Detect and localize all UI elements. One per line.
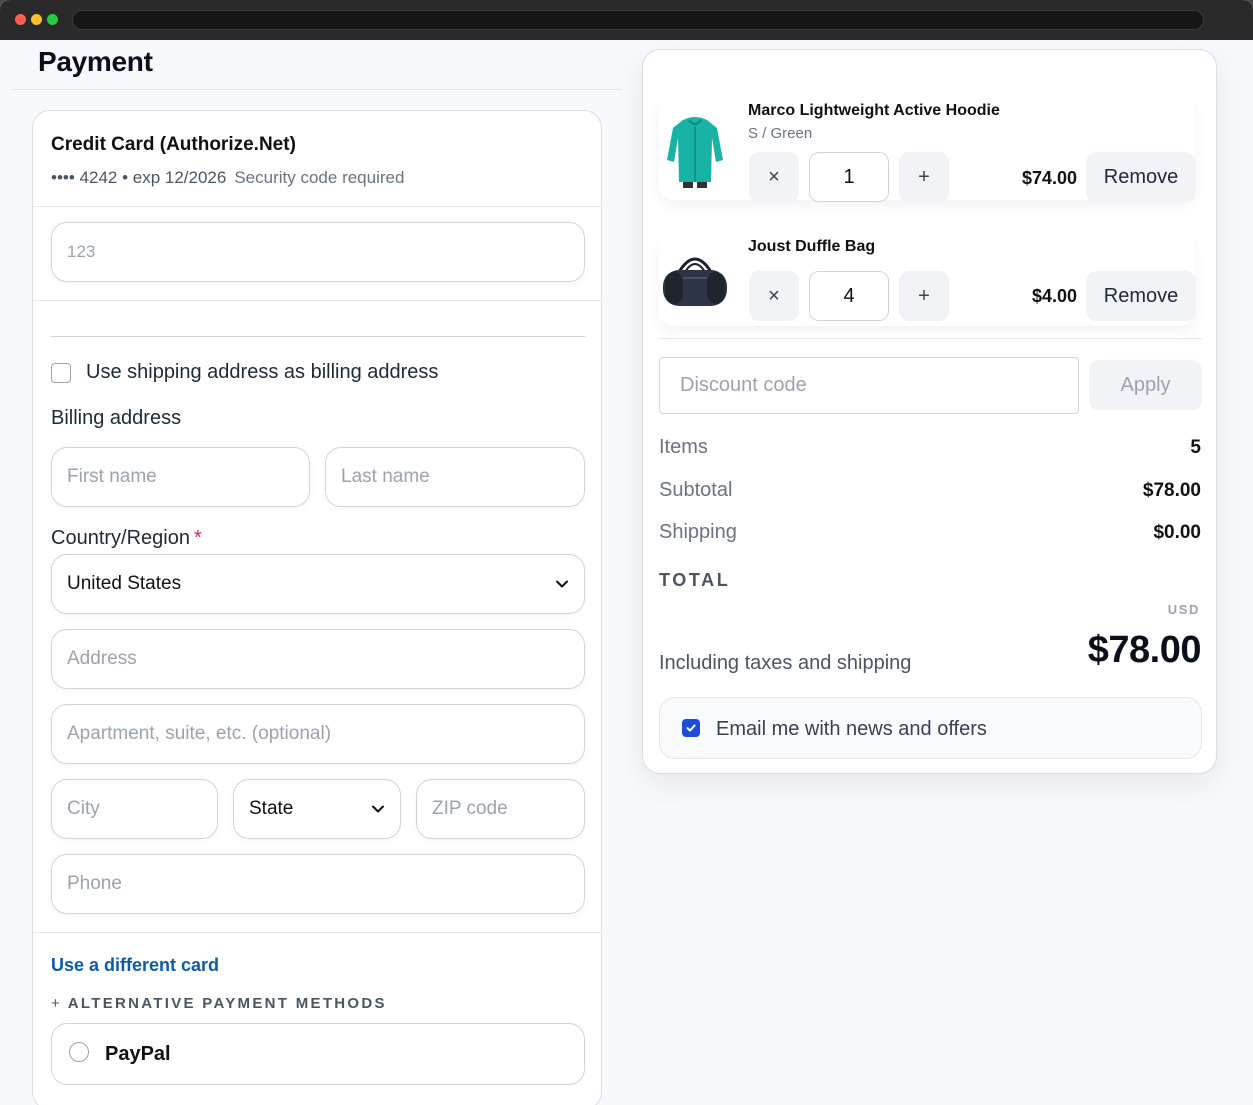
- country-select-value: United States: [67, 573, 182, 594]
- card-number-expiry: •••• 4242 • exp 12/2026: [51, 168, 227, 187]
- close-window-icon[interactable]: [15, 14, 26, 25]
- cart-item: Joust Duffle Bag × 4 + $4.00 Remove: [659, 234, 1196, 326]
- payment-panel: Credit Card (Authorize.Net) •••• 4242 • …: [32, 110, 602, 1105]
- security-code-input[interactable]: [51, 222, 585, 282]
- payment-method-title: Credit Card (Authorize.Net): [51, 134, 296, 155]
- including-taxes-note: Including taxes and shipping: [659, 652, 912, 674]
- alternative-payment-methods-toggle[interactable]: + ALTERNATIVE PAYMENT METHODS: [51, 995, 387, 1012]
- same-address-checkbox[interactable]: [51, 363, 71, 383]
- address-bar[interactable]: [72, 10, 1204, 30]
- last-name-input[interactable]: [325, 447, 585, 507]
- country-label-text: Country/Region: [51, 527, 190, 549]
- hoodie-icon: [667, 117, 723, 188]
- quantity-value[interactable]: 4: [809, 271, 889, 321]
- plus-icon: +: [51, 995, 60, 1012]
- cart-item: Marco Lightweight Active Hoodie S / Gree…: [659, 96, 1196, 202]
- billing-address-heading: Billing address: [51, 407, 182, 429]
- shipping-value: $0.00: [1153, 522, 1201, 543]
- item-price: $4.00: [1031, 286, 1077, 306]
- duffle-bag-icon: [663, 257, 727, 306]
- increase-quantity-button[interactable]: +: [899, 271, 949, 321]
- address-input[interactable]: [51, 629, 585, 689]
- item-name: Joust Duffle Bag: [748, 238, 876, 255]
- browser-window: Payment Credit Card (Authorize.Net) ••••…: [0, 0, 1253, 1105]
- zip-code-input[interactable]: [416, 779, 585, 839]
- total-label: TOTAL: [659, 570, 731, 590]
- check-icon: [686, 724, 696, 732]
- divider: [659, 338, 1202, 339]
- use-different-card-link[interactable]: Use a different card: [51, 955, 219, 976]
- state-select-value: State: [249, 798, 294, 819]
- paypal-radio[interactable]: [69, 1042, 89, 1062]
- same-address-label: Use shipping address as billing address: [86, 361, 439, 383]
- minimize-window-icon[interactable]: [31, 14, 42, 25]
- subtotal-label: Subtotal: [659, 479, 733, 501]
- chevron-down-icon: [556, 580, 568, 588]
- country-label: Country/Region *: [51, 527, 202, 550]
- divider: [33, 300, 601, 301]
- checkout-page: Payment Credit Card (Authorize.Net) ••••…: [0, 40, 1253, 1105]
- maximize-window-icon[interactable]: [47, 14, 58, 25]
- apply-discount-button[interactable]: Apply: [1089, 360, 1202, 410]
- phone-input[interactable]: [51, 854, 585, 914]
- security-note: Security code required: [234, 168, 405, 187]
- remove-item-button[interactable]: Remove: [1086, 152, 1196, 202]
- city-input[interactable]: [51, 779, 218, 839]
- alternative-payment-methods-label: ALTERNATIVE PAYMENT METHODS: [67, 995, 387, 1012]
- title-divider: [12, 89, 622, 90]
- decrease-quantity-button[interactable]: ×: [749, 271, 799, 321]
- email-optin-label: Email me with news and offers: [716, 718, 987, 740]
- increase-quantity-button[interactable]: +: [899, 152, 949, 202]
- state-select[interactable]: State: [233, 779, 401, 839]
- chevron-down-icon: [372, 805, 384, 813]
- currency-code: USD: [1167, 602, 1200, 617]
- item-variant: S / Green: [748, 125, 813, 142]
- decrease-quantity-button[interactable]: ×: [749, 152, 799, 202]
- order-summary-panel: Marco Lightweight Active Hoodie S / Gree…: [642, 49, 1217, 774]
- quantity-value[interactable]: 1: [809, 152, 889, 202]
- required-marker: *: [193, 527, 202, 549]
- total-value: $78.00: [1087, 629, 1202, 671]
- divider: [33, 206, 601, 207]
- item-name: Marco Lightweight Active Hoodie: [748, 102, 1000, 119]
- item-price: $74.00: [1021, 168, 1077, 188]
- paypal-label: PayPal: [105, 1043, 171, 1065]
- discount-code-input[interactable]: [659, 357, 1079, 414]
- page-title: Payment: [38, 46, 153, 77]
- browser-titlebar: [0, 0, 1253, 40]
- first-name-input[interactable]: [51, 447, 310, 507]
- shipping-label: Shipping: [659, 521, 737, 543]
- divider: [51, 336, 585, 337]
- apartment-input[interactable]: [51, 704, 585, 764]
- subtotal-value: $78.00: [1142, 480, 1201, 501]
- items-count: 5: [1190, 437, 1201, 458]
- remove-item-button[interactable]: Remove: [1086, 271, 1196, 321]
- country-select[interactable]: United States: [51, 554, 585, 614]
- email-optin-checkbox[interactable]: [682, 719, 700, 737]
- email-optin-option[interactable]: Email me with news and offers: [659, 697, 1202, 759]
- divider: [33, 932, 601, 933]
- paypal-option[interactable]: PayPal: [51, 1023, 585, 1085]
- items-label: Items: [659, 436, 708, 458]
- card-summary: •••• 4242 • exp 12/2026 Security code req…: [51, 168, 404, 188]
